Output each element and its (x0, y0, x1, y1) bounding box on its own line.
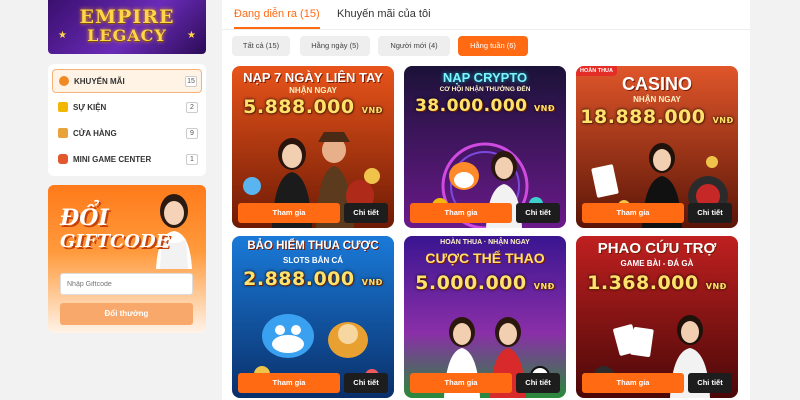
promo-amount-value: 18.888.000 (580, 106, 706, 128)
sidebar-item-shop[interactable]: CỬA HÀNG 9 (52, 121, 202, 145)
sidebar-menu: KHUYẾN MÃI 15 SỰ KIỆN 2 CỬA HÀNG 9 MINI … (48, 64, 206, 176)
count-badge: 15 (185, 75, 197, 87)
promotions-main: Đang diễn ra (15) Khuyến mãi của tôi Tất… (222, 0, 750, 400)
promo-subtitle: SLOTS BẮN CÁ (283, 256, 343, 265)
join-button[interactable]: Tham gia (410, 203, 512, 223)
promo-amount-value: 5.000.000 (415, 272, 527, 294)
promo-subtitle: CƠ HỘI NHẬN THƯỞNG ĐẾN (439, 86, 531, 93)
logo-text-line1: EMPIRE (79, 6, 175, 28)
promo-subtitle: HOÀN THUA · NHẬN NGAY (440, 239, 530, 246)
promo-amount: 1.368.000 VNĐ (576, 272, 738, 294)
join-button[interactable]: Tham gia (410, 373, 512, 393)
sidebar-item-mini-game[interactable]: MINI GAME CENTER 1 (52, 147, 202, 171)
promo-card[interactable]: BẢO HIỂM THUA CƯỢC SLOTS BẮN CÁ 2.888.00… (232, 236, 394, 398)
details-button[interactable]: Chi tiết (344, 203, 388, 223)
join-button[interactable]: Tham gia (238, 203, 340, 223)
promo-amount-value: 1.368.000 (587, 272, 699, 294)
count-badge: 2 (186, 101, 198, 113)
promo-amount-unit: VNĐ (533, 282, 555, 291)
brand-logo[interactable]: ★ ★ EMPIRE LEGACY (48, 0, 206, 54)
trophy-icon (58, 102, 68, 112)
tab-ongoing[interactable]: Đang diễn ra (15) (234, 8, 320, 20)
count-badge: 1 (186, 153, 198, 165)
giftcode-input[interactable] (60, 273, 193, 295)
promo-title: CASINO (621, 74, 692, 94)
promo-card[interactable]: PHAO CỨU TRỢ GAME BÀI - ĐÁ GÀ 1.368.000 … (576, 236, 738, 398)
gift-bag-icon (59, 76, 69, 86)
join-button[interactable]: Tham gia (582, 373, 684, 393)
promo-amount-unit: VNĐ (361, 106, 383, 115)
sidebar-item-label: CỬA HÀNG (73, 128, 117, 138)
details-button[interactable]: Chi tiết (344, 373, 388, 393)
promo-amount-unit: VNĐ (712, 116, 734, 125)
sidebar-item-promotions[interactable]: KHUYẾN MÃI 15 (52, 69, 202, 93)
join-button[interactable]: Tham gia (238, 373, 340, 393)
promo-amount: 5.000.000 VNĐ (404, 272, 566, 294)
promo-amount: 38.000.000 VNĐ (404, 96, 566, 116)
sidebar-item-label: MINI GAME CENTER (73, 154, 152, 164)
promo-title: BẢO HIỂM THUA CƯỢC (247, 240, 379, 252)
promo-amount-unit: VNĐ (705, 282, 727, 291)
promo-amount: 5.888.000 VNĐ (232, 96, 394, 118)
sidebar-item-label: KHUYẾN MÃI (74, 76, 125, 86)
tab-divider (222, 29, 750, 30)
logo-text-line2: LEGACY (87, 26, 167, 45)
details-button[interactable]: Chi tiết (688, 373, 732, 393)
filter-all[interactable]: Tất cả (15) (232, 36, 290, 56)
giftcode-panel: ĐỔI GIFTCODE Đổi thưởng (48, 185, 206, 333)
promo-amount-value: 38.000.000 (414, 96, 528, 116)
filter-daily[interactable]: Hằng ngày (5) (300, 36, 370, 56)
promo-card[interactable]: NẠP CRYPTO CƠ HỘI NHẬN THƯỞNG ĐẾN 38.000… (404, 66, 566, 228)
details-button[interactable]: Chi tiết (516, 203, 560, 223)
shop-icon (58, 128, 68, 138)
filter-new-user[interactable]: Người mới (4) (378, 36, 450, 56)
giftcode-title-line2: GIFTCODE (60, 231, 170, 252)
promo-subtitle: GAME BÀI - ĐÁ GÀ (620, 259, 694, 268)
count-badge: 9 (186, 127, 198, 139)
redeem-button[interactable]: Đổi thưởng (60, 303, 193, 325)
giftcode-title-line1: ĐỔI (60, 205, 109, 231)
promo-amount: 18.888.000 VNĐ (576, 106, 738, 128)
promo-amount: 2.888.000 VNĐ (232, 268, 394, 290)
promo-amount-value: 2.888.000 (243, 268, 355, 290)
promo-card[interactable]: HOÀN THUA CASINO NHẬN NGAY 18.888.000 VN… (576, 66, 738, 228)
promo-title: PHAO CỨU TRỢ (597, 240, 717, 257)
promo-subtitle: NHẬN NGAY (289, 86, 337, 95)
mascot-girl-image (156, 194, 192, 269)
sidebar-item-label: SỰ KIỆN (73, 102, 107, 112)
promo-card[interactable]: CƯỢC THỂ THAO HOÀN THUA · NHẬN NGAY 5.00… (404, 236, 566, 398)
promo-amount-value: 5.888.000 (243, 96, 355, 118)
details-button[interactable]: Chi tiết (516, 373, 560, 393)
sidebar-item-events[interactable]: SỰ KIỆN 2 (52, 95, 202, 119)
promo-card[interactable]: NẠP 7 NGÀY LIÊN TAY NHẬN NGAY 5.888.000 … (232, 66, 394, 228)
join-button[interactable]: Tham gia (582, 203, 684, 223)
promo-title: CƯỢC THỂ THAO (425, 250, 545, 266)
promo-subtitle: NHẬN NGAY (633, 95, 681, 104)
tab-my-promotions[interactable]: Khuyến mãi của tôi (337, 8, 431, 20)
tab-active-indicator (234, 27, 320, 29)
promo-title: NẠP CRYPTO (442, 70, 528, 85)
filter-weekly[interactable]: Hằng tuần (6) (458, 36, 528, 56)
promo-amount-unit: VNĐ (533, 104, 556, 113)
details-button[interactable]: Chi tiết (688, 203, 732, 223)
promo-title: NẠP 7 NGÀY LIÊN TAY (243, 70, 383, 85)
promo-amount-unit: VNĐ (361, 278, 383, 287)
gamepad-icon (58, 154, 68, 164)
